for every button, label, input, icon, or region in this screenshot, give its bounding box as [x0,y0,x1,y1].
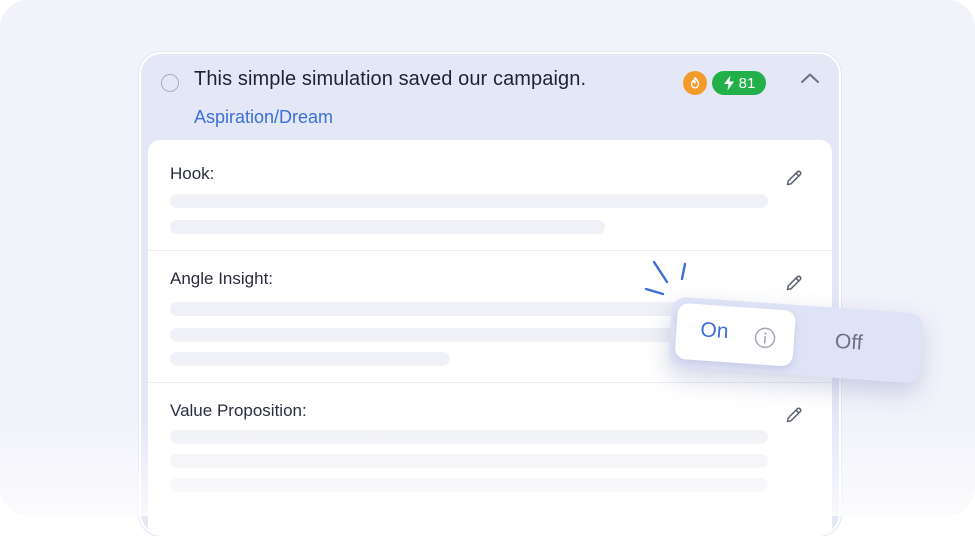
off-label[interactable]: Off [834,330,863,356]
text-placeholder [170,454,768,468]
card-title: This simple simulation saved our campaig… [194,68,586,91]
section-label: Value Proposition: [170,401,307,421]
category-label[interactable]: Aspiration/Dream [194,107,333,128]
divider [148,250,832,251]
text-placeholder [170,478,768,492]
spark-lines-icon [640,258,696,302]
pencil-icon[interactable] [784,405,804,425]
on-label: On [700,318,730,344]
toggle-on-option[interactable]: On [674,303,796,367]
info-icon[interactable] [753,326,776,349]
select-radio[interactable] [161,74,179,92]
text-placeholder [170,430,768,444]
pencil-icon[interactable] [784,168,804,188]
section-label: Hook: [170,164,214,184]
fire-icon [683,71,707,95]
chevron-up-icon[interactable] [799,71,821,85]
ad-concept-card: This simple simulation saved our campaig… [139,52,841,536]
score-badge: 81 [712,71,766,95]
pencil-icon[interactable] [784,273,804,293]
text-placeholder [170,302,730,316]
lightning-bolt-icon [723,75,735,91]
section-label: Angle Insight: [170,269,273,289]
text-placeholder [170,328,730,342]
text-placeholder [170,220,605,234]
score-value: 81 [739,75,756,92]
text-placeholder [170,352,450,366]
text-placeholder [170,194,768,208]
divider [148,382,832,383]
